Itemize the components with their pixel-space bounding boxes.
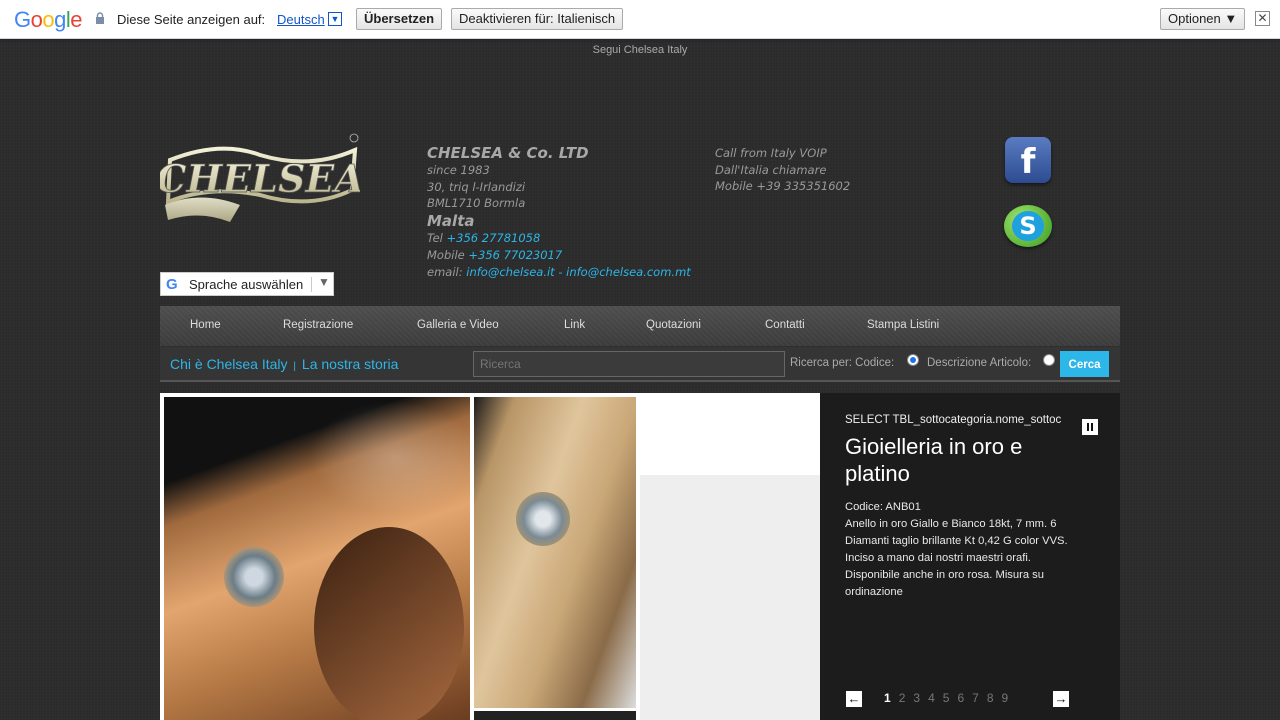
page-5[interactable]: 5 <box>943 691 950 705</box>
arrow-right-icon[interactable]: → <box>1053 691 1069 707</box>
main-nav: Home Registrazione Galleria e Video Link… <box>160 306 1120 346</box>
search-button[interactable]: Cerca <box>1060 351 1109 377</box>
nav-quotazioni[interactable]: Quotazioni <box>646 319 701 331</box>
product-panel: SELECT TBL_sottocategoria.nome_sottoc Gi… <box>820 393 1120 720</box>
page-2[interactable]: 2 <box>899 691 906 705</box>
nav-home[interactable]: Home <box>190 319 221 331</box>
street-text: 30, triq l-Irlandizi <box>427 179 526 194</box>
language-link[interactable]: Deutsch <box>277 12 325 27</box>
pagination: 123456789 <box>884 691 1016 705</box>
ring-image-side[interactable] <box>474 397 636 708</box>
chelsea-logo[interactable]: CHELSEA <box>160 130 360 230</box>
company-address: CHELSEA & Co. LTD since 1983 30, triq l-… <box>427 144 691 279</box>
chevron-down-icon: ▼ <box>318 275 330 289</box>
tel-link[interactable]: +356 27781058 <box>447 231 541 245</box>
mobile-link[interactable]: +356 77023017 <box>468 248 562 262</box>
follow-link[interactable]: Segui Chelsea Italy <box>0 44 1280 56</box>
lock-icon <box>96 12 104 24</box>
nav-registrazione[interactable]: Registrazione <box>283 319 353 331</box>
ring-image-bottom[interactable] <box>474 711 636 720</box>
call-info: Call from Italy VOIP Dall'Italia chiamar… <box>715 146 851 194</box>
chevron-down-icon[interactable]: ▼ <box>328 12 342 26</box>
story-links: Chi è Chelsea Italy | La nostra storia <box>170 356 399 372</box>
skype-icon[interactable]: S <box>1004 205 1052 247</box>
city-text: BML1710 Bormla <box>427 196 526 211</box>
ring-image-main[interactable] <box>164 397 470 720</box>
deactivate-button[interactable]: Deaktivieren für: Italienisch <box>451 8 624 30</box>
facebook-icon[interactable]: f <box>1005 137 1051 183</box>
page-1[interactable]: 1 <box>884 691 891 705</box>
search-bar: Chi è Chelsea Italy | La nostra storia R… <box>160 347 1120 382</box>
nav-galleria[interactable]: Galleria e Video <box>417 319 499 331</box>
company-name: CHELSEA & Co. LTD <box>427 144 589 162</box>
descrizione-radio[interactable] <box>1043 354 1055 366</box>
page-7[interactable]: 7 <box>972 691 979 705</box>
page-6[interactable]: 6 <box>957 691 964 705</box>
translate-prompt: Diese Seite anzeigen auf: <box>117 12 266 27</box>
product-description: Codice: ANB01 Anello in oro Giallo e Bia… <box>845 499 1075 601</box>
product-gallery <box>160 393 820 720</box>
page-4[interactable]: 4 <box>928 691 935 705</box>
logo-text: CHELSEA <box>160 156 360 201</box>
page-8[interactable]: 8 <box>987 691 994 705</box>
translate-bar: Google Diese Seite anzeigen auf: Deutsch… <box>0 0 1280 39</box>
nostra-storia-link[interactable]: La nostra storia <box>302 356 399 372</box>
since-text: since 1983 <box>427 163 490 177</box>
page-9[interactable]: 9 <box>1002 691 1009 705</box>
product-title: Gioielleria in oro e platino <box>845 434 1023 486</box>
nav-stampa-listini[interactable]: Stampa Listini <box>867 319 939 331</box>
product-code: Codice: ANB01 <box>845 501 921 513</box>
chi-e-chelsea-link[interactable]: Chi è Chelsea Italy <box>170 356 288 372</box>
translate-button[interactable]: Übersetzen <box>356 8 443 30</box>
arrow-left-icon[interactable]: ← <box>846 691 862 707</box>
page-3[interactable]: 3 <box>913 691 920 705</box>
codice-radio[interactable] <box>907 354 919 366</box>
options-button[interactable]: Optionen ▼ <box>1160 8 1246 30</box>
search-input[interactable] <box>473 351 785 377</box>
country-text: Malta <box>427 212 475 231</box>
close-icon[interactable]: ✕ <box>1255 11 1270 26</box>
nav-contatti[interactable]: Contatti <box>765 319 805 331</box>
gallery-placeholder <box>640 475 820 720</box>
google-logo: Google <box>14 7 83 32</box>
descrizione-label: Descrizione Articolo: <box>927 357 1032 369</box>
nav-link[interactable]: Link <box>564 319 585 331</box>
email-link[interactable]: info@chelsea.it - info@chelsea.com.mt <box>466 265 691 279</box>
category-query-text: SELECT TBL_sottocategoria.nome_sottoc <box>845 414 1062 426</box>
search-by-label: Ricerca per: Codice: <box>790 357 895 369</box>
language-select[interactable]: G Sprache auswählen ▼ <box>160 272 334 296</box>
google-g-icon: G <box>166 276 178 293</box>
